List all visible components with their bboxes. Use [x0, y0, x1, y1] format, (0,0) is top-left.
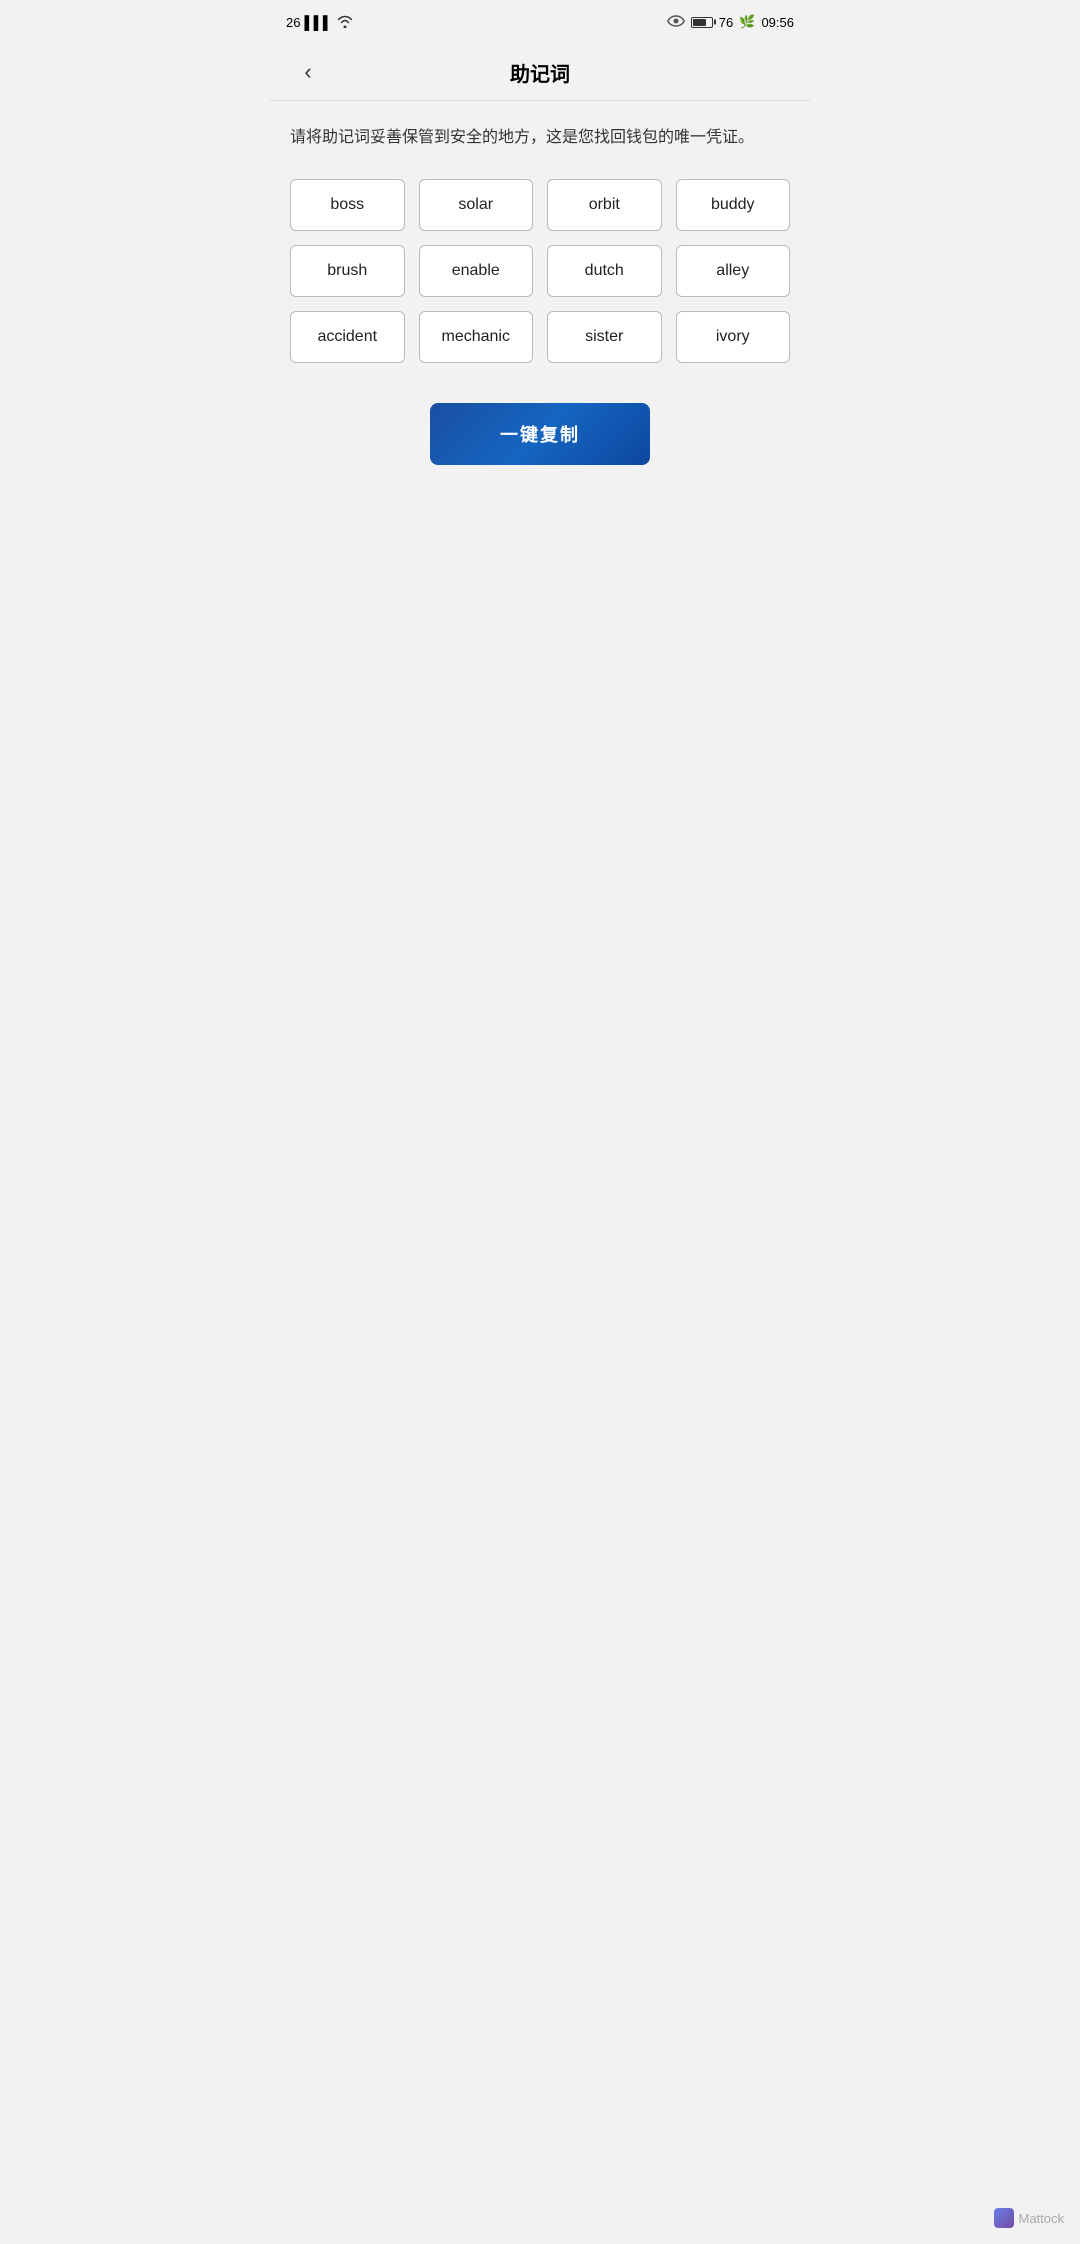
mnemonic-word-2: solar: [419, 179, 534, 231]
leaf-icon: 🌿: [739, 14, 755, 30]
watermark-text: Mattock: [1018, 2211, 1064, 2226]
mnemonic-word-7: dutch: [547, 245, 662, 297]
mnemonic-word-3: orbit: [547, 179, 662, 231]
mnemonic-word-6: enable: [419, 245, 534, 297]
copy-button-container: 一键复制: [290, 403, 790, 465]
status-left: 26 ▌▌▌: [286, 14, 354, 31]
wifi-icon: [336, 14, 354, 31]
words-grid: boss solarorbit buddy brush enabledutch alley…: [290, 179, 790, 363]
back-button[interactable]: ‹: [290, 54, 326, 90]
status-right: 76 🌿 09:56: [667, 14, 794, 30]
status-bar: 26 ▌▌▌ 76 🌿 09:56: [270, 0, 810, 44]
mnemonic-word-11: sister: [547, 311, 662, 363]
signal-icon: ▌▌▌: [304, 15, 332, 30]
mnemonic-word-1: boss: [290, 179, 405, 231]
nav-bar: ‹ 助记词: [270, 44, 810, 100]
mnemonic-word-4: buddy: [676, 179, 791, 231]
battery-level: 76: [719, 15, 733, 30]
mnemonic-word-5: brush: [290, 245, 405, 297]
mnemonic-word-12: ivory: [676, 311, 791, 363]
mnemonic-word-9: accident: [290, 311, 405, 363]
main-content: 请将助记词妥善保管到安全的地方，这是您找回钱包的唯一凭证。 boss solaro…: [270, 101, 810, 489]
battery-indicator: [691, 17, 713, 28]
description-text: 请将助记词妥善保管到安全的地方，这是您找回钱包的唯一凭证。: [290, 125, 790, 151]
mnemonic-word-8: alley: [676, 245, 791, 297]
network-label: 26: [286, 15, 300, 30]
back-icon: ‹: [304, 59, 311, 85]
watermark-logo-icon: [994, 2208, 1014, 2228]
page-title: 助记词: [510, 58, 570, 87]
copy-all-button[interactable]: 一键复制: [430, 403, 650, 465]
footer-watermark: Mattock: [994, 2208, 1064, 2228]
eye-icon: [667, 15, 685, 30]
mnemonic-word-10: mechanic: [419, 311, 534, 363]
time-display: 09:56: [761, 15, 794, 30]
